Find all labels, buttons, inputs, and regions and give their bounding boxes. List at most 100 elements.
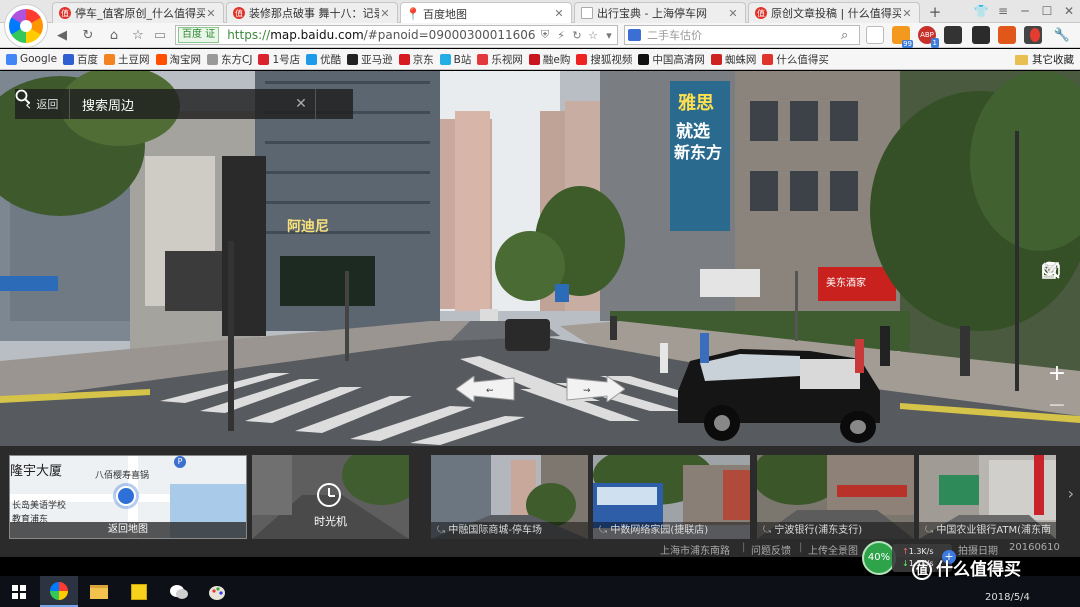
- bookmark-label: 1号店: [272, 53, 301, 66]
- url-text[interactable]: https://map.baidu.com/#panoid=0900030001…: [227, 28, 537, 42]
- adblock-icon[interactable]: ABP 1: [918, 26, 939, 48]
- nearby-thumbnail[interactable]: ⤿ 中融国际商城-停车场: [431, 455, 588, 539]
- extension-icon[interactable]: [972, 26, 990, 44]
- close-window-icon[interactable]: ✕: [1058, 0, 1080, 22]
- close-icon[interactable]: ✕: [379, 7, 391, 20]
- bookmark-item[interactable]: 亚马逊: [347, 52, 393, 67]
- bookmark-label: 土豆网: [118, 53, 150, 66]
- nearby-thumbnail[interactable]: ⤿ 中国农业银行ATM(浦东南: [919, 455, 1056, 539]
- grid-icon[interactable]: [866, 26, 884, 44]
- collapse-icon[interactable]: [1042, 262, 1072, 446]
- search-button[interactable]: [15, 89, 353, 119]
- extension-icon[interactable]: 99: [892, 26, 913, 48]
- bookmark-item[interactable]: 蜘蛛网: [710, 52, 757, 67]
- dropdown-icon[interactable]: ▾: [601, 29, 617, 42]
- mini-map[interactable]: 隆宇大厦 八佰樱寿喜锅 长岛美语学校 教育浦东 P 返回地图: [9, 455, 247, 539]
- star-icon[interactable]: ☆: [585, 29, 601, 42]
- chevron-right-icon[interactable]: ›: [1068, 484, 1074, 503]
- shield-icon[interactable]: ⛨: [537, 28, 553, 42]
- bookmark-favicon-icon: [207, 53, 219, 65]
- bookmark-favicon-icon: [710, 53, 722, 65]
- nearby-thumbnail[interactable]: ⤿ 中数网络家园(捷联店): [593, 455, 750, 539]
- close-icon[interactable]: ✕: [205, 7, 217, 20]
- arrow-right-icon[interactable]: ⇝: [565, 376, 625, 402]
- shirt-icon[interactable]: 👕: [970, 0, 992, 22]
- new-tab-button[interactable]: +: [922, 3, 948, 22]
- bookmark-favicon-icon: [6, 53, 17, 65]
- close-icon[interactable]: ✕: [553, 7, 565, 20]
- extension-icon[interactable]: [944, 26, 962, 44]
- windows-start-icon[interactable]: [0, 576, 38, 607]
- back-icon[interactable]: ◀: [52, 26, 72, 46]
- bookmark-item[interactable]: 优酷: [306, 52, 341, 67]
- browser-logo-icon[interactable]: [4, 4, 48, 48]
- time-machine-button[interactable]: 时光机: [252, 455, 409, 539]
- bookmark-favicon-icon: [347, 53, 359, 65]
- tab-1[interactable]: 值 停车_值客原创_什么值得买 ✕: [52, 2, 224, 23]
- bookmark-favicon-icon: [63, 53, 75, 65]
- location-pin-icon: ⤿: [599, 525, 608, 536]
- bookmark-item[interactable]: 淘宝网: [155, 52, 201, 67]
- tab-3-active[interactable]: 📍 百度地图 ✕: [400, 2, 572, 24]
- close-icon[interactable]: ✕: [901, 7, 913, 20]
- nearby-search-input[interactable]: 搜索周边: [70, 95, 287, 114]
- bookmark-item[interactable]: 东方CJ: [207, 52, 252, 67]
- extension-icon[interactable]: [1030, 28, 1040, 42]
- bookmark-favicon-icon: [258, 53, 270, 65]
- camera-icon[interactable]: [1042, 262, 1072, 325]
- wechat-icon[interactable]: [160, 576, 198, 607]
- street-view-panorama[interactable]: 阿迪尼 雅思 就选 新东方 美东酒家 ‹ 返回 搜索周边 ✕ ⇜ ⇝ + −: [0, 71, 1080, 446]
- bookmark-label: 蜘蛛网: [724, 53, 757, 66]
- bookmark-item[interactable]: 乐视网: [477, 52, 523, 67]
- page-icon[interactable]: ▭: [150, 26, 170, 46]
- share-icon[interactable]: [1042, 262, 1072, 357]
- arrow-left-icon[interactable]: ⇜: [456, 376, 516, 402]
- bookmark-favicon-icon: [762, 53, 774, 65]
- clear-icon[interactable]: ✕: [287, 96, 315, 112]
- refresh-icon[interactable]: ↻: [569, 29, 585, 42]
- paint-icon[interactable]: [198, 576, 236, 607]
- search-box[interactable]: 二手车估价 ⌕: [624, 25, 860, 45]
- taskbar-date[interactable]: 2018/5/4: [985, 592, 1030, 603]
- feedback-link[interactable]: 问题反馈: [751, 542, 791, 557]
- bookmark-item[interactable]: 中国高清网: [638, 52, 705, 67]
- search-icon[interactable]: ⌕: [841, 28, 859, 43]
- return-map-button[interactable]: 返回地图: [10, 522, 246, 538]
- other-bookmarks[interactable]: 其它收藏: [1015, 52, 1074, 67]
- extension-badge: 99: [902, 40, 913, 48]
- zoom-in-icon[interactable]: +: [1042, 357, 1072, 389]
- lightning-icon[interactable]: ⚡: [553, 29, 569, 42]
- tab-2[interactable]: 值 装修那点破事 舞十八：记录我 ✕: [226, 2, 398, 23]
- bookmark-item[interactable]: 京东: [398, 52, 434, 67]
- nearby-thumbnail[interactable]: ⤿ 宁波银行(浦东支行): [757, 455, 914, 539]
- upload-pano-link[interactable]: 上传全景图: [808, 542, 858, 557]
- sticky-notes-icon[interactable]: [120, 576, 158, 607]
- bookmark-label: B站: [453, 53, 472, 66]
- browser-app-icon[interactable]: [40, 576, 78, 607]
- bookmark-item[interactable]: Google: [6, 53, 57, 65]
- bookmark-item[interactable]: 土豆网: [104, 52, 150, 67]
- bookmark-item[interactable]: 百度: [63, 52, 98, 67]
- extension-icon[interactable]: [998, 26, 1016, 44]
- bookmark-item[interactable]: 融e购: [528, 52, 570, 67]
- separator: |: [799, 542, 803, 553]
- bookmark-item[interactable]: 搜狐视频: [576, 52, 632, 67]
- tab-5[interactable]: 值 原创文章投稿 | 什么值得买 ✕: [748, 2, 920, 23]
- bookmark-item[interactable]: 1号店: [258, 52, 300, 67]
- caption-text: 宁波银行(浦东支行): [774, 525, 863, 536]
- menu-icon[interactable]: ≡: [992, 0, 1014, 22]
- tab-4[interactable]: 出行宝典 - 上海停车网 ✕: [574, 2, 746, 23]
- home-icon[interactable]: ⌂: [104, 26, 124, 46]
- maximize-icon[interactable]: ☐: [1036, 0, 1058, 22]
- bookmark-star-icon[interactable]: ☆: [128, 26, 148, 46]
- bookmark-item[interactable]: 什么值得买: [762, 52, 829, 67]
- close-icon[interactable]: ✕: [727, 7, 739, 20]
- address-bar[interactable]: 百度 证 https://map.baidu.com/#panoid=09000…: [175, 25, 618, 45]
- reload-icon[interactable]: ↻: [78, 26, 98, 46]
- minimize-icon[interactable]: ─: [1014, 0, 1036, 22]
- search-engine-icon[interactable]: [628, 29, 641, 41]
- zoom-out-icon[interactable]: −: [1042, 389, 1072, 421]
- wrench-icon[interactable]: 🔧: [1052, 26, 1072, 46]
- bookmark-item[interactable]: B站: [439, 52, 472, 67]
- file-explorer-icon[interactable]: [80, 576, 118, 607]
